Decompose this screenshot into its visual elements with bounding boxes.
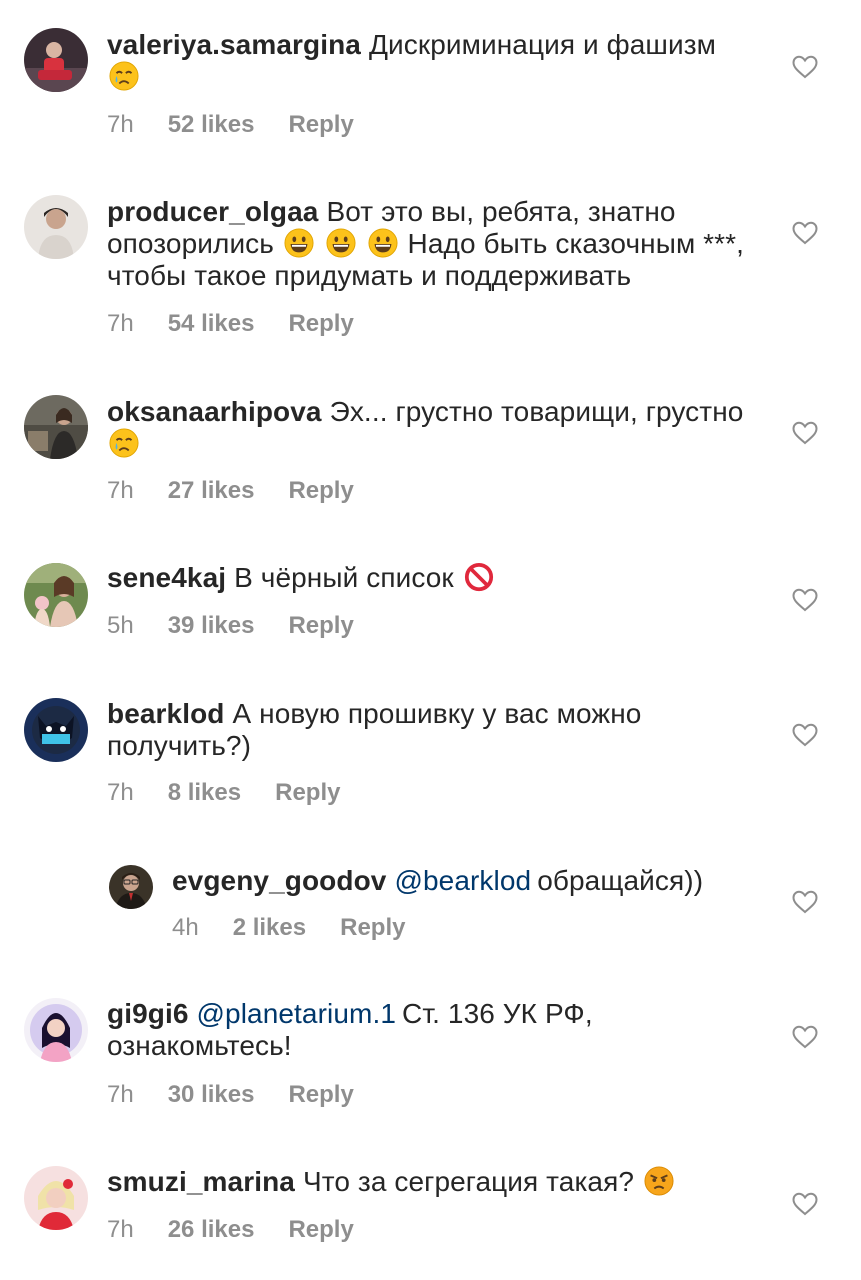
heart-icon[interactable]	[792, 588, 818, 612]
comment-body: Дискриминация и фашизм	[368, 29, 717, 60]
comment-username[interactable]: oksanaarhipova	[107, 396, 322, 427]
comment-likes[interactable]: 2 likes	[233, 914, 306, 942]
comment-body: Эх... грустно товарищи, грустно	[329, 396, 744, 427]
comment-time: 4h	[172, 914, 199, 941]
grinning-face-emoji	[368, 228, 398, 258]
comment-meta: 7h 26 likes Reply	[107, 1216, 354, 1244]
reply-button[interactable]: Reply	[288, 477, 353, 505]
reply-button[interactable]: Reply	[340, 914, 405, 942]
comment-meta: 7h 54 likes Reply	[107, 310, 354, 338]
comment-meta: 7h 52 likes Reply	[107, 111, 354, 139]
reply-button[interactable]: Reply	[288, 612, 353, 640]
comment-time: 7h	[107, 779, 134, 806]
comment-username[interactable]: smuzi_marina	[107, 1166, 295, 1197]
avatar[interactable]	[24, 195, 88, 259]
angry-face-emoji	[644, 1166, 674, 1196]
comment-text: valeriya.samargina Дискриминация и фашизм	[107, 29, 767, 93]
comment-meta: 5h 39 likes Reply	[107, 612, 354, 640]
comment-meta: 7h 8 likes Reply	[107, 779, 340, 807]
comment-meta: 4h 2 likes Reply	[172, 914, 405, 942]
heart-icon[interactable]	[792, 723, 818, 747]
heart-icon[interactable]	[792, 421, 818, 445]
avatar[interactable]	[24, 28, 88, 92]
comment-meta: 7h 30 likes Reply	[107, 1081, 354, 1109]
grinning-face-emoji	[284, 228, 314, 258]
comment-time: 7h	[107, 1216, 134, 1243]
comment-username[interactable]: gi9gi6	[107, 998, 189, 1029]
comment-body: обращайся))	[537, 865, 704, 896]
comment-username[interactable]: producer_olgaa	[107, 196, 318, 227]
mention-link[interactable]: @planetarium.1	[197, 998, 396, 1029]
avatar[interactable]	[24, 998, 88, 1062]
comment-text: oksanaarhipova Эх... грустно товарищи, гр…	[107, 396, 767, 460]
comment-text: bearklod А новую прошивку у вас можно пол…	[107, 698, 767, 762]
comment-likes[interactable]: 27 likes	[168, 477, 255, 505]
reply-button[interactable]: Reply	[275, 779, 340, 807]
avatar[interactable]	[24, 563, 88, 627]
comment-time: 7h	[107, 310, 134, 337]
comment-likes[interactable]: 39 likes	[168, 612, 255, 640]
comment-text: evgeny_goodov @bearklod обращайся))	[172, 865, 772, 897]
comment-meta: 7h 27 likes Reply	[107, 477, 354, 505]
comment-text: gi9gi6 @planetarium.1 Ст. 136 УК РФ, ознак…	[107, 998, 767, 1062]
heart-icon[interactable]	[792, 1025, 818, 1049]
avatar[interactable]	[24, 698, 88, 762]
comment-likes[interactable]: 26 likes	[168, 1216, 255, 1244]
crying-face-emoji	[109, 428, 139, 458]
prohibited-emoji	[464, 562, 494, 592]
comment-time: 7h	[107, 477, 134, 504]
heart-icon[interactable]	[792, 1192, 818, 1216]
comment-body: Что за сегрегация такая?	[302, 1166, 635, 1197]
heart-icon[interactable]	[792, 890, 818, 914]
comment-time: 7h	[107, 111, 134, 138]
heart-icon[interactable]	[792, 55, 818, 79]
comment-body: В чёрный список	[234, 562, 454, 593]
mention-link[interactable]: @bearklod	[394, 865, 531, 896]
reply-button[interactable]: Reply	[288, 310, 353, 338]
comment-text: producer_olgaa Вот это вы, ребята, знатно…	[107, 196, 767, 292]
comment-text: smuzi_marina Что за сегрегация такая?	[107, 1166, 767, 1198]
comment-username[interactable]: evgeny_goodov	[172, 865, 386, 896]
comment-time: 7h	[107, 1081, 134, 1108]
crying-face-emoji	[109, 61, 139, 91]
comment-likes[interactable]: 30 likes	[168, 1081, 255, 1109]
reply-button[interactable]: Reply	[288, 111, 353, 139]
comment-username[interactable]: bearklod	[107, 698, 225, 729]
heart-icon[interactable]	[792, 221, 818, 245]
comment-likes[interactable]: 54 likes	[168, 310, 255, 338]
avatar[interactable]	[109, 865, 153, 909]
reply-button[interactable]: Reply	[288, 1216, 353, 1244]
comment-username[interactable]: valeriya.samargina	[107, 29, 361, 60]
avatar[interactable]	[24, 1166, 88, 1230]
avatar[interactable]	[24, 395, 88, 459]
comment-likes[interactable]: 8 likes	[168, 779, 241, 807]
comment-text: sene4kaj В чёрный список	[107, 562, 767, 594]
grinning-face-emoji	[326, 228, 356, 258]
reply-button[interactable]: Reply	[288, 1081, 353, 1109]
comment-likes[interactable]: 52 likes	[168, 111, 255, 139]
comment-time: 5h	[107, 612, 134, 639]
comment-username[interactable]: sene4kaj	[107, 562, 226, 593]
